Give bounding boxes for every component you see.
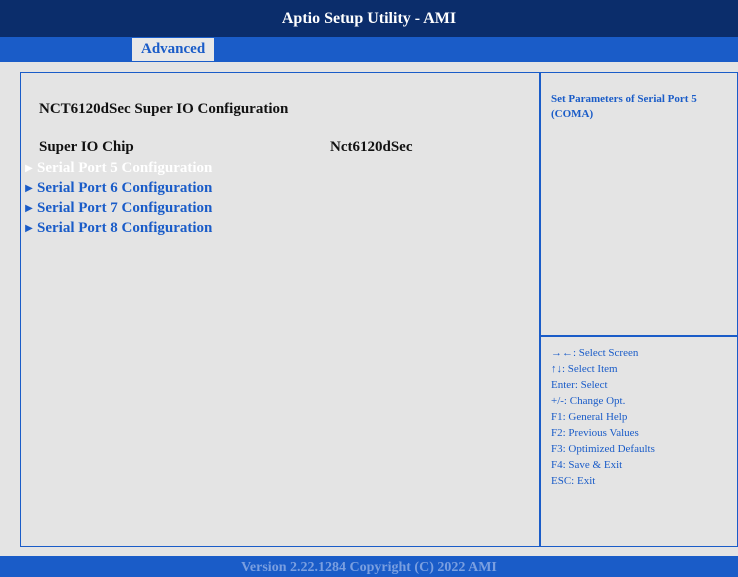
menu-item-label: Serial Port 6 Configuration xyxy=(37,180,213,196)
key-hint: ESC: Exit xyxy=(551,475,596,487)
triangle-right-icon: ▶ xyxy=(25,223,33,234)
help-text: Set Parameters of Serial Port 5 (COMA) xyxy=(551,93,697,120)
key-hint: F2: Previous Values xyxy=(551,427,639,439)
key-legend: →←: Select Screen ↑↓: Select Item Enter:… xyxy=(551,345,655,489)
section-title: NCT6120dSec Super IO Configuration xyxy=(39,101,289,117)
menu-item-label: Serial Port 8 Configuration xyxy=(37,220,213,236)
triangle-right-icon: ▶ xyxy=(25,203,33,214)
menu-item-serial-port-8[interactable]: ▶ Serial Port 8 Configuration xyxy=(21,219,212,238)
menu-item-serial-port-6[interactable]: ▶ Serial Port 6 Configuration xyxy=(21,179,212,198)
super-io-chip-value: Nct6120dSec xyxy=(330,139,413,155)
key-hint: →←: Select Screen xyxy=(551,347,639,359)
menu-item-serial-port-7[interactable]: ▶ Serial Port 7 Configuration xyxy=(21,199,212,218)
key-hint: Enter: Select xyxy=(551,379,608,391)
key-hint: F1: General Help xyxy=(551,411,628,423)
triangle-right-icon: ▶ xyxy=(25,163,33,174)
tab-advanced[interactable]: Advanced xyxy=(132,38,215,61)
key-hint: F3: Optimized Defaults xyxy=(551,443,655,455)
key-hint: ↑↓: Select Item xyxy=(551,363,618,375)
main-area: NCT6120dSec Super IO Configuration Super… xyxy=(0,62,738,556)
menu-item-serial-port-5[interactable]: ▶ Serial Port 5 Configuration xyxy=(21,159,212,178)
menu-item-label: Serial Port 7 Configuration xyxy=(37,200,213,216)
window-title: Aptio Setup Utility - AMI xyxy=(281,9,457,27)
help-panel: Set Parameters of Serial Port 5 (COMA) xyxy=(540,72,738,337)
tab-bar: Advanced xyxy=(0,37,738,62)
key-hint: F4: Save & Exit xyxy=(551,459,623,471)
window-title-bar: Aptio Setup Utility - AMI xyxy=(0,0,738,37)
super-io-chip-label: Super IO Chip xyxy=(39,139,134,155)
version-text: Version 2.22.1284 Copyright (C) 2022 AMI xyxy=(241,560,497,575)
menu-item-label: Serial Port 5 Configuration xyxy=(37,160,213,176)
footer-bar: Version 2.22.1284 Copyright (C) 2022 AMI xyxy=(0,556,738,577)
triangle-right-icon: ▶ xyxy=(25,183,33,194)
key-hint: +/-: Change Opt. xyxy=(551,395,626,407)
settings-panel: NCT6120dSec Super IO Configuration Super… xyxy=(20,72,540,547)
key-legend-panel: →←: Select Screen ↑↓: Select Item Enter:… xyxy=(540,335,738,547)
